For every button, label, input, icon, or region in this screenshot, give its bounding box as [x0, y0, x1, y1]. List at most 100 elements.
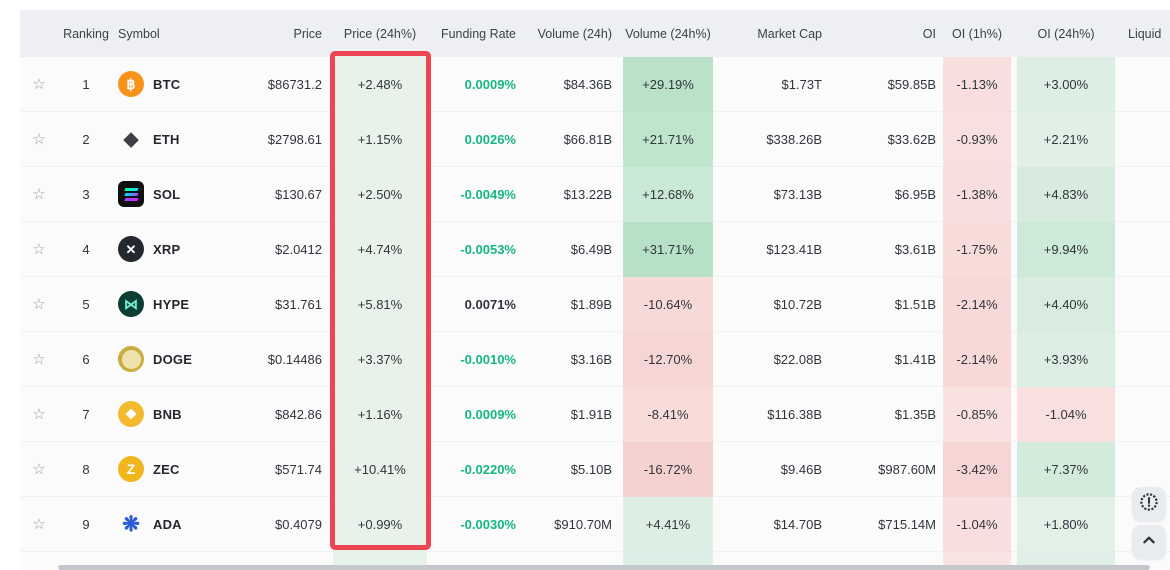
price-24h-cell: +1.16% — [330, 387, 430, 441]
symbol-cell: ❋ADA — [114, 497, 258, 551]
favorite-cell: ☆ — [20, 387, 58, 441]
volume-24h-cell: $6.49B — [520, 222, 620, 276]
header-market-cap[interactable]: Market Cap — [716, 10, 830, 57]
horizontal-scrollbar-thumb[interactable] — [58, 565, 1150, 570]
symbol-label: DOGE — [153, 352, 192, 367]
volume-24h-pct-cell: +4.41% — [620, 497, 716, 551]
oi-1h-cell: -1.75% — [940, 222, 1014, 276]
header-liquidation[interactable]: Liquid — [1118, 10, 1170, 57]
table-row[interactable]: ☆ 1 ฿BTC $86731.2 +2.48% 0.0009% $84.36B… — [20, 57, 1170, 112]
star-icon[interactable]: ☆ — [32, 187, 45, 202]
price-cell: $2.0412 — [258, 222, 330, 276]
star-icon[interactable]: ☆ — [32, 77, 45, 92]
price-24h-cell: +4.74% — [330, 222, 430, 276]
ranking-cell: 3 — [58, 167, 114, 221]
ada-icon: ❋ — [118, 511, 144, 537]
header-ranking[interactable]: Ranking — [58, 10, 114, 57]
oi-cell: $1.41B — [830, 332, 940, 386]
table-row[interactable]: ☆ 9 ❋ADA $0.4079 +0.99% -0.0030% $910.70… — [20, 497, 1170, 552]
funding-rate-cell: 0.0009% — [430, 57, 520, 111]
star-icon[interactable]: ☆ — [32, 352, 45, 367]
favorite-cell: ☆ — [20, 112, 58, 166]
table-row[interactable]: ☆ 7 ❖BNB $842.86 +1.16% 0.0009% $1.91B -… — [20, 387, 1170, 442]
price-cell: $130.67 — [258, 167, 330, 221]
funding-rate-cell: -0.0049% — [430, 167, 520, 221]
header-oi-1h[interactable]: OI (1h%) — [940, 10, 1014, 57]
liquidation-cell — [1118, 277, 1170, 331]
table-row[interactable]: ☆ 4 ✕XRP $2.0412 +4.74% -0.0053% $6.49B … — [20, 222, 1170, 277]
chevron-up-icon — [1138, 529, 1160, 556]
volume-24h-cell: $5.10B — [520, 442, 620, 496]
price-24h-cell: +3.37% — [330, 332, 430, 386]
header-price-24h[interactable]: Price (24h%) — [330, 10, 430, 57]
funding-rate-cell: -0.0030% — [430, 497, 520, 551]
star-icon[interactable]: ☆ — [32, 242, 45, 257]
header-price[interactable]: Price — [258, 10, 330, 57]
oi-24h-cell: +2.21% — [1014, 112, 1118, 166]
table-row[interactable]: ☆ 8 ZZEC $571.74 +10.41% -0.0220% $5.10B… — [20, 442, 1170, 497]
star-icon[interactable]: ☆ — [32, 517, 45, 532]
oi-1h-cell: -2.14% — [940, 332, 1014, 386]
price-24h-cell: +2.50% — [330, 167, 430, 221]
star-icon[interactable]: ☆ — [32, 132, 45, 147]
symbol-cell: DOGE — [114, 332, 258, 386]
funding-rate-cell: -0.0010% — [430, 332, 520, 386]
volume-24h-pct-cell: +29.19% — [620, 57, 716, 111]
star-icon[interactable]: ☆ — [32, 407, 45, 422]
liquidation-cell — [1118, 387, 1170, 441]
header-oi-24h[interactable]: OI (24h%) — [1014, 10, 1118, 57]
ranking-cell: 6 — [58, 332, 114, 386]
table-header-row: Ranking Symbol Price Price (24h%) Fundin… — [20, 10, 1170, 57]
oi-24h-cell: -1.04% — [1014, 387, 1118, 441]
symbol-cell: ⋈HYPE — [114, 277, 258, 331]
oi-1h-cell: -2.14% — [940, 277, 1014, 331]
volume-24h-cell: $1.89B — [520, 277, 620, 331]
symbol-label: ZEC — [153, 462, 180, 477]
funding-rate-cell: -0.0220% — [430, 442, 520, 496]
hype-icon: ⋈ — [118, 291, 144, 317]
symbol-cell: ◆ ETH — [114, 112, 258, 166]
favorite-cell: ☆ — [20, 222, 58, 276]
collapse-button[interactable] — [1132, 525, 1166, 559]
eth-icon: ◆ — [118, 126, 144, 152]
oi-cell: $715.14M — [830, 497, 940, 551]
oi-24h-cell: +3.93% — [1014, 332, 1118, 386]
price-cell: $2798.61 — [258, 112, 330, 166]
market-cap-cell: $73.13B — [716, 167, 830, 221]
favorite-cell: ☆ — [20, 167, 58, 221]
oi-cell: $987.60M — [830, 442, 940, 496]
oi-cell: $1.51B — [830, 277, 940, 331]
alert-badge-button[interactable] — [1132, 487, 1166, 521]
header-volume-24h-pct[interactable]: Volume (24h%) — [620, 10, 716, 57]
volume-24h-pct-cell: -8.41% — [620, 387, 716, 441]
header-volume-24h[interactable]: Volume (24h) — [520, 10, 620, 57]
funding-rate-cell: 0.0009% — [430, 387, 520, 441]
header-oi[interactable]: OI — [830, 10, 940, 57]
oi-1h-cell: -0.93% — [940, 112, 1014, 166]
ranking-cell: 5 — [58, 277, 114, 331]
volume-24h-cell: $66.81B — [520, 112, 620, 166]
oi-24h-cell: +3.00% — [1014, 57, 1118, 111]
sol-icon — [118, 181, 144, 207]
price-24h-cell: +5.81% — [330, 277, 430, 331]
oi-cell: $59.85B — [830, 57, 940, 111]
table-row[interactable]: ☆ 3 SOL $130.67 +2.50% -0.0049% $13.22B … — [20, 167, 1170, 222]
header-funding-rate[interactable]: Funding Rate — [430, 10, 520, 57]
header-symbol[interactable]: Symbol — [114, 10, 258, 57]
oi-1h-cell: -1.38% — [940, 167, 1014, 221]
table-row[interactable]: ☆ 6 DOGE $0.14486 +3.37% -0.0010% $3.16B… — [20, 332, 1170, 387]
volume-24h-pct-cell: +12.68% — [620, 167, 716, 221]
favorite-cell: ☆ — [20, 442, 58, 496]
table-row[interactable]: ☆ 2 ◆ETH $2798.61 +1.15% 0.0026% $66.81B… — [20, 112, 1170, 167]
table-row[interactable]: ☆ 5 ⋈HYPE $31.761 +5.81% 0.0071% $1.89B … — [20, 277, 1170, 332]
ranking-cell: 4 — [58, 222, 114, 276]
star-icon[interactable]: ☆ — [32, 297, 45, 312]
symbol-label: ETH — [153, 132, 180, 147]
favorite-cell: ☆ — [20, 497, 58, 551]
symbol-label: BTC — [153, 77, 180, 92]
favorite-cell: ☆ — [20, 57, 58, 111]
market-cap-cell: $22.08B — [716, 332, 830, 386]
liquidation-cell — [1118, 332, 1170, 386]
star-icon[interactable]: ☆ — [32, 462, 45, 477]
price-24h-cell: +10.41% — [330, 442, 430, 496]
